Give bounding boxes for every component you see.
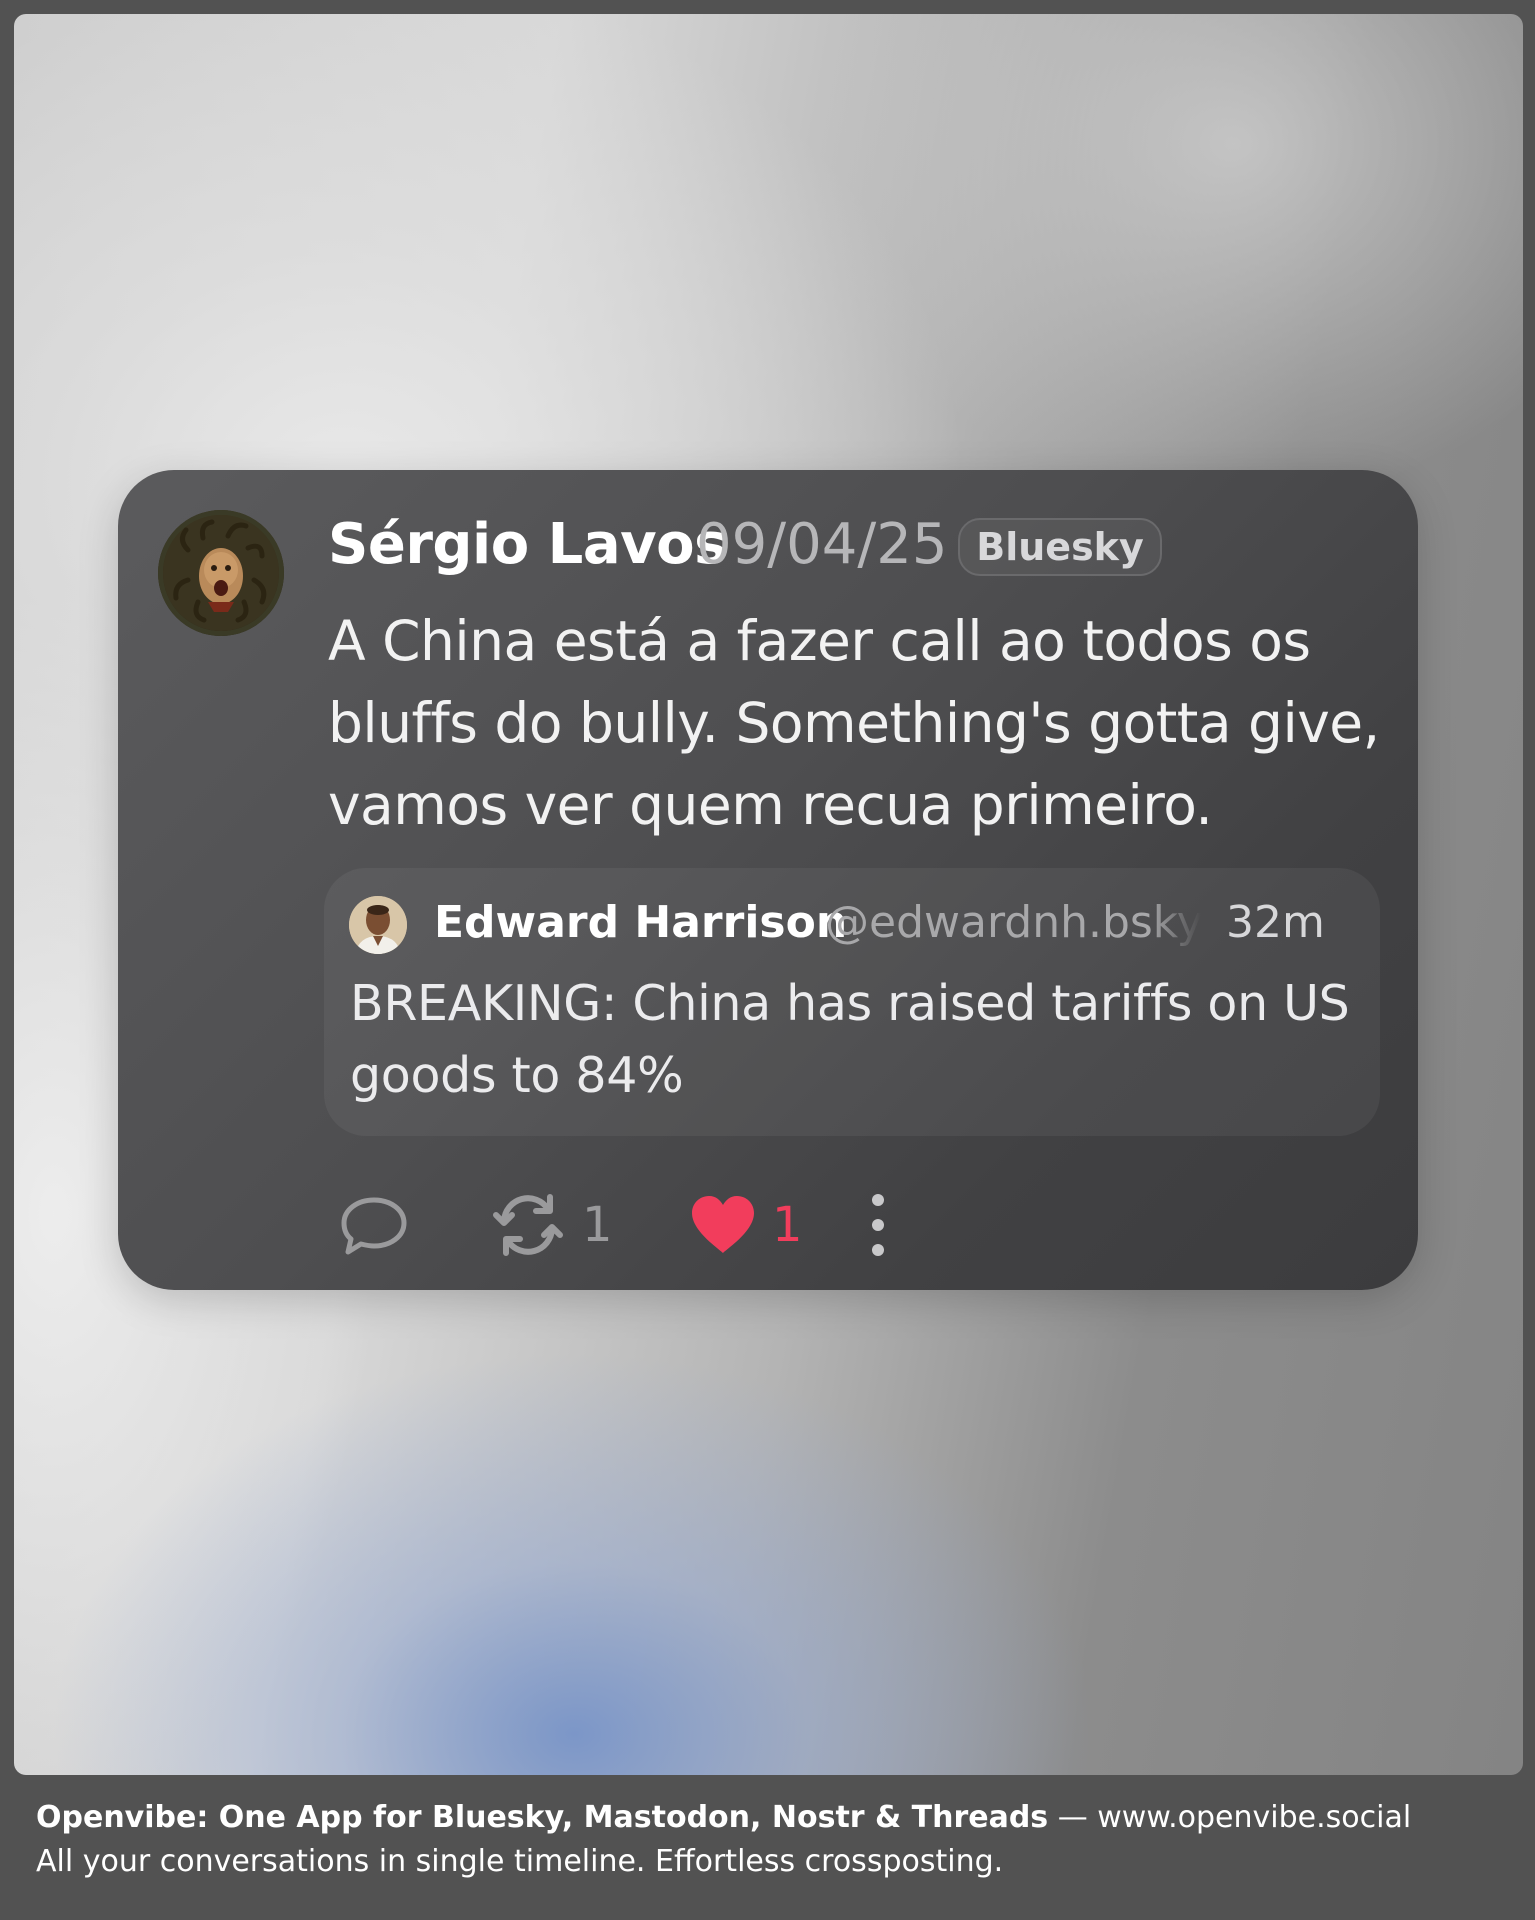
footer-line-1: Openvibe: One App for Bluesky, Mastodon,…: [36, 1796, 1496, 1840]
repost-arrows-icon: [493, 1194, 563, 1256]
platform-badge: Bluesky: [958, 518, 1162, 576]
post-actions-bar: 1 1: [338, 1180, 1038, 1270]
quoted-post[interactable]: Edward Harrison @edwardnh.bsky.social 32…: [324, 868, 1380, 1136]
person-avatar-image: [349, 896, 407, 954]
footer-url[interactable]: www.openvibe.social: [1097, 1800, 1411, 1835]
more-options-button[interactable]: [868, 1180, 888, 1270]
footer: Openvibe: One App for Bluesky, Mastodon,…: [36, 1796, 1496, 1884]
like-button[interactable]: 1: [688, 1180, 803, 1270]
vertical-dots-icon: [872, 1194, 884, 1256]
quoted-post-text: BREAKING: China has raised tariffs on US…: [350, 975, 1350, 1104]
heart-icon: [692, 1196, 754, 1253]
quoted-author-handle[interactable]: @edwardnh.bsky.social: [825, 890, 1201, 956]
quoted-author-name[interactable]: Edward Harrison: [434, 890, 847, 956]
reply-button[interactable]: [338, 1180, 410, 1270]
repost-button[interactable]: 1: [488, 1180, 613, 1270]
post-date[interactable]: 09/04/25: [696, 510, 948, 580]
medusa-avatar-image: [163, 515, 279, 631]
post-card[interactable]: Sérgio Lavos 09/04/25 Bluesky A China es…: [118, 470, 1418, 1290]
author-name[interactable]: Sérgio Lavos: [328, 510, 727, 580]
footer-separator: —: [1048, 1800, 1098, 1835]
post-text: A China está a fazer call ao todos os bl…: [328, 609, 1380, 837]
speech-bubble-icon: [341, 1197, 407, 1255]
quoted-post-time: 32m: [1226, 897, 1325, 948]
footer-tagline: All your conversations in single timelin…: [36, 1844, 1004, 1879]
footer-brand: Openvibe: One App for Bluesky, Mastodon,…: [36, 1800, 1049, 1835]
quoted-author-avatar[interactable]: [349, 896, 407, 954]
repost-count: 1: [582, 1197, 613, 1253]
author-avatar[interactable]: [158, 510, 284, 636]
like-count: 1: [772, 1197, 803, 1253]
